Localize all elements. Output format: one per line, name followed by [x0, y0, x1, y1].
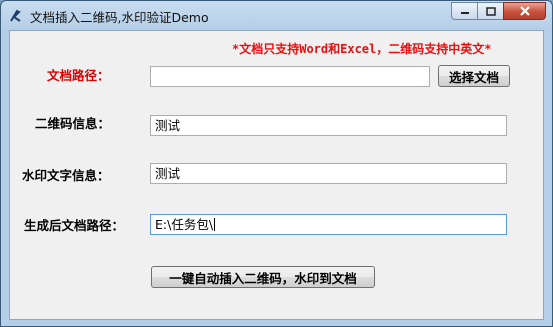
qr-info-label: 二维码信息：: [35, 116, 111, 131]
close-button[interactable]: [503, 2, 546, 20]
close-icon: [519, 6, 530, 16]
output-path-value: E:\任务包\: [155, 217, 214, 232]
maximize-icon: [485, 6, 496, 16]
watermark-text-label: 水印文字信息：: [22, 168, 110, 183]
output-path-label: 生成后文档路径：: [24, 218, 125, 233]
select-document-button[interactable]: 选择文档: [438, 65, 510, 87]
insert-qr-watermark-button[interactable]: 一键自动插入二维码，水印到文档: [151, 266, 375, 288]
window-title: 文档插入二维码,水印验证Demo: [30, 10, 209, 25]
app-window: 文档插入二维码,水印验证Demo *文档只支持Word和Excel，二维码支持中…: [0, 0, 553, 327]
app-icon: [10, 9, 21, 22]
minimize-button[interactable]: [451, 2, 477, 20]
notice-text: *文档只支持Word和Excel，二维码支持中英文*: [232, 42, 492, 56]
minimize-icon: [460, 12, 469, 14]
window-controls: [451, 2, 546, 21]
watermark-text-input[interactable]: 测试: [150, 163, 507, 184]
qr-info-input[interactable]: 测试: [150, 115, 507, 136]
maximize-button[interactable]: [477, 2, 503, 20]
doc-path-label: 文档路径：: [47, 68, 110, 83]
form-panel: *文档只支持Word和Excel，二维码支持中英文* 文档路径： 选择文档 二维…: [9, 30, 544, 320]
doc-path-input[interactable]: [150, 66, 430, 87]
output-path-input[interactable]: E:\任务包\: [150, 214, 507, 235]
text-caret: [214, 218, 216, 231]
title-bar[interactable]: 文档插入二维码,水印验证Demo: [1, 1, 552, 30]
